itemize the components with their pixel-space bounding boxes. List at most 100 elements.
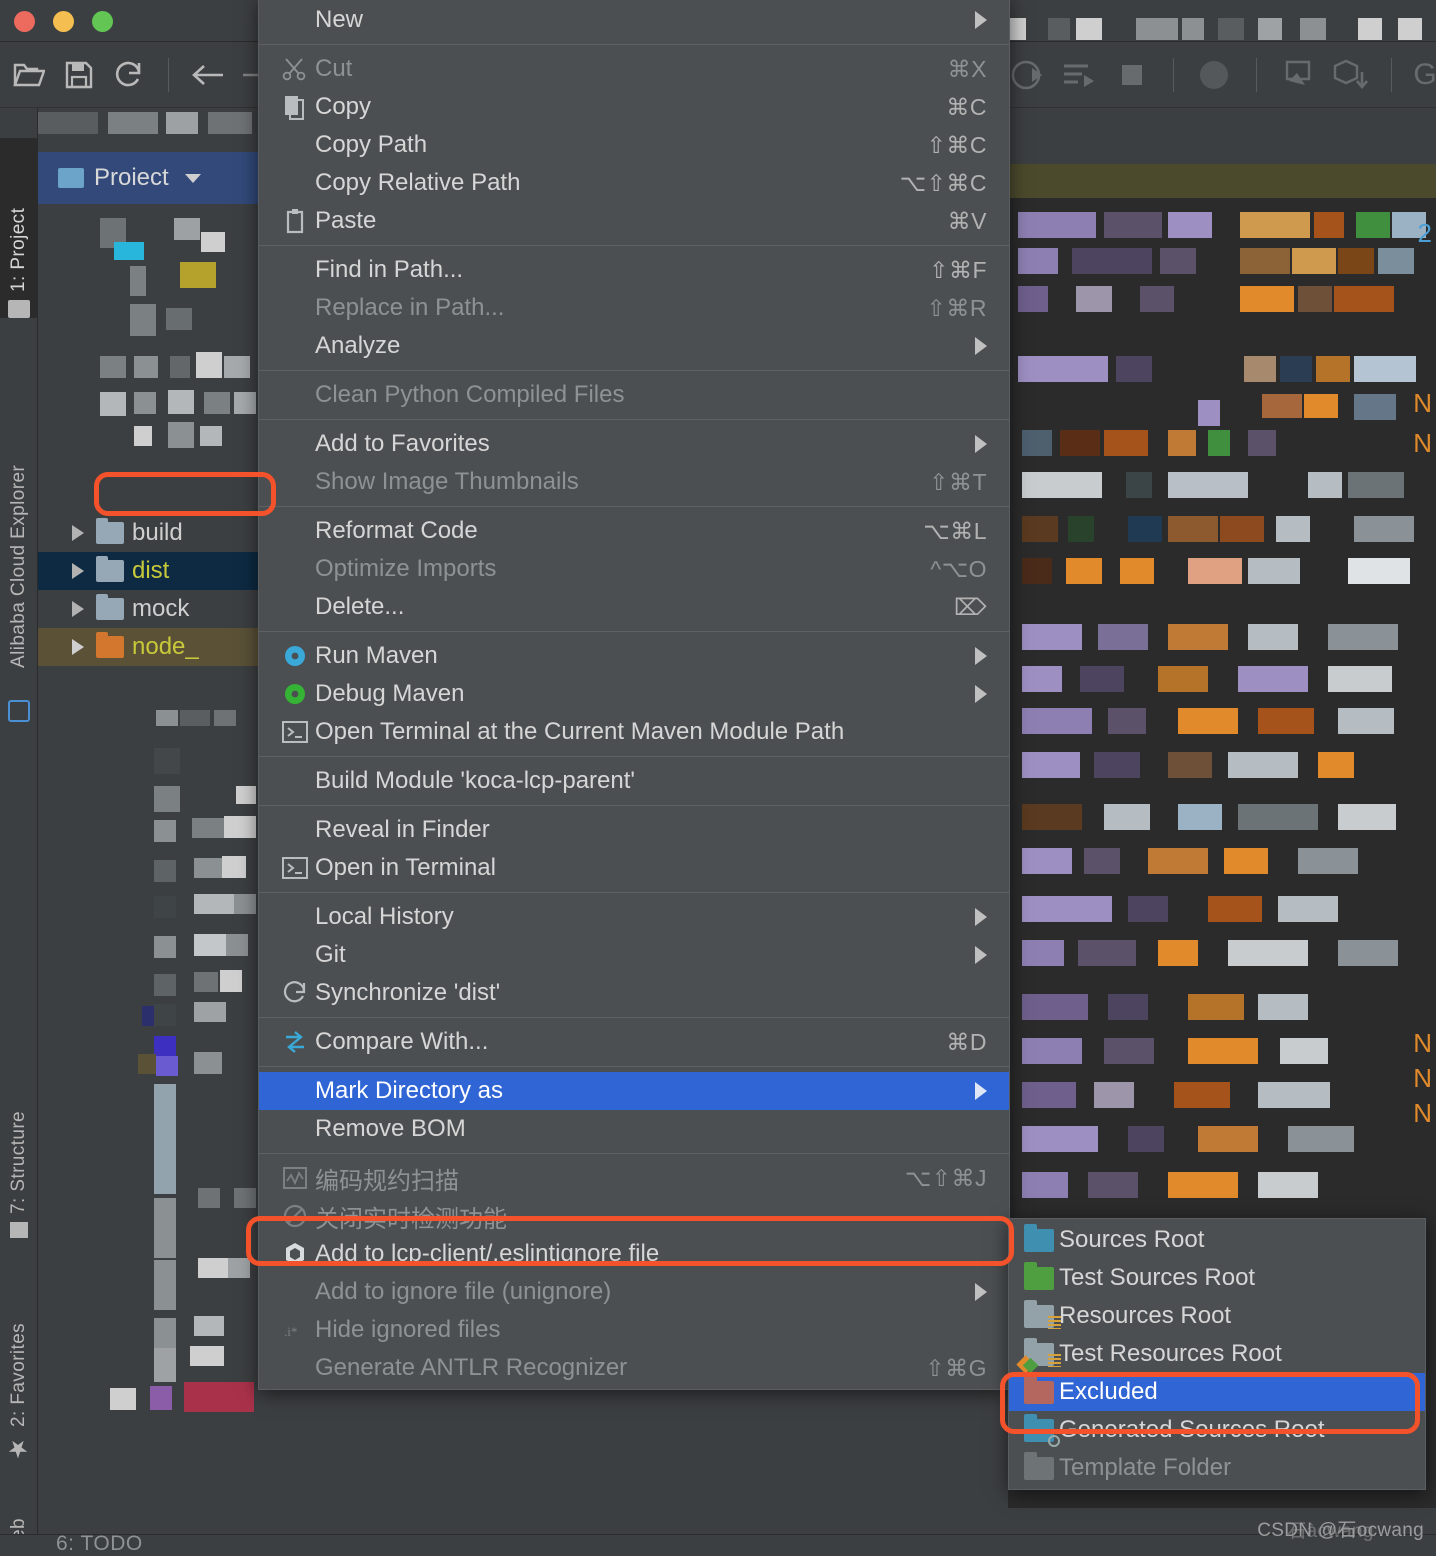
menu-item-label: Cut xyxy=(315,55,353,82)
expand-arrow-icon[interactable] xyxy=(72,601,84,617)
menu-item-label: Compare With... xyxy=(315,1028,489,1055)
menu-item-paste[interactable]: Paste ⌘V xyxy=(259,202,1009,240)
submenu-item-label: Excluded xyxy=(1059,1378,1158,1405)
menu-item-copy[interactable]: Copy ⌘C xyxy=(259,88,1009,126)
menu-item-shortcut: ⌥⇧⌘C xyxy=(899,169,987,196)
tree-item-label: dist xyxy=(132,557,170,584)
menu-item-label: Mark Directory as xyxy=(315,1077,504,1104)
submenu-arrow-icon xyxy=(975,337,987,355)
menu-item-label: Copy xyxy=(315,93,372,120)
menu-item-reformat-code[interactable]: Reformat Code ⌥⌘L xyxy=(259,512,1009,550)
project-tool-window: Proiect build dist mock node_ xyxy=(38,108,258,1538)
build-icon[interactable] xyxy=(1331,56,1369,94)
sidebar-item-alibaba-cloud-explorer[interactable]: Alibaba Cloud Explorer xyxy=(0,328,38,668)
sidebar-item-structure[interactable]: 7: Structure xyxy=(0,1028,38,1238)
menu-item-label: 关闭实时检测功能 xyxy=(315,1205,507,1233)
menu-item-copy-relative-path[interactable]: Copy Relative Path ⌥⇧⌘C xyxy=(259,164,1009,202)
tree-item-mock[interactable]: mock xyxy=(38,590,258,628)
sidebar-item-favorites[interactable]: ★ 2: Favorites xyxy=(0,1248,38,1463)
run-list-icon[interactable] xyxy=(1061,56,1099,94)
sources-root-folder-icon xyxy=(1019,1223,1059,1252)
tree-item-build[interactable]: build xyxy=(38,514,258,552)
star-icon: ★ xyxy=(5,1434,32,1463)
context-menu: New Cut ⌘X Copy ⌘C Copy Path ⇧⌘C Copy Relative … xyxy=(258,0,1010,1390)
menu-item-synchronize-dist[interactable]: Synchronize 'dist' xyxy=(259,974,1009,1012)
menu-item-build-module-koca-lcp-parent[interactable]: Build Module 'koca-lcp-parent' xyxy=(259,762,1009,800)
menu-item-mark-directory-as[interactable]: Mark Directory as xyxy=(259,1072,1009,1110)
gutter-marker: N xyxy=(1413,428,1432,458)
menu-item-label: Debug Maven xyxy=(315,680,465,707)
folder-icon xyxy=(96,556,124,582)
menu-item-add-to-favorites[interactable]: Add to Favorites xyxy=(259,425,1009,463)
attach-icon[interactable] xyxy=(1279,56,1317,94)
menu-item-new[interactable]: New xyxy=(259,1,1009,39)
status-bar-todo[interactable]: 6: TODO xyxy=(56,1532,143,1556)
tree-item-dist[interactable]: dist xyxy=(38,552,258,590)
menu-item-label: Local History xyxy=(315,903,454,930)
sidebar-item-project[interactable]: 1: Project xyxy=(0,138,38,318)
menu-item-add-to-lcp-client-eslintignore-file[interactable]: Add to lcp-client/.eslintignore file xyxy=(259,1235,1009,1273)
folder-icon xyxy=(96,518,124,544)
menu-item-shortcut: ^⌥O xyxy=(930,555,987,582)
menu-item-label: Build Module 'koca-lcp-parent' xyxy=(315,767,635,794)
toolbar-separator-4 xyxy=(1391,58,1392,92)
terminal-icon xyxy=(275,857,315,879)
project-tree: build dist mock node_ xyxy=(38,514,258,666)
menu-item-label: Reveal in Finder xyxy=(315,816,490,843)
menu-item-open-terminal-at-the-current-maven-module-path[interactable]: Open Terminal at the Current Maven Modul… xyxy=(259,713,1009,751)
menu-item-label: Reformat Code xyxy=(315,517,478,544)
run-with-coverage-icon[interactable] xyxy=(1009,56,1047,94)
sidebar-label-cloud: Alibaba Cloud Explorer xyxy=(8,464,29,668)
submenu-item-sources-root[interactable]: Sources Root xyxy=(1009,1221,1425,1259)
submenu-item-template-folder: Template Folder xyxy=(1009,1449,1425,1487)
debug-icon[interactable] xyxy=(1196,56,1234,94)
menu-item-find-in-path[interactable]: Find in Path... ⇧⌘F xyxy=(259,251,1009,289)
menu-item-compare-with[interactable]: Compare With... ⌘D xyxy=(259,1023,1009,1061)
expand-arrow-icon[interactable] xyxy=(72,563,84,579)
expand-arrow-icon[interactable] xyxy=(72,639,84,655)
back-arrow-icon[interactable] xyxy=(189,56,227,94)
template-folder-icon xyxy=(1019,1451,1059,1480)
menu-item-shortcut: ⇧⌘T xyxy=(929,468,987,495)
submenu-arrow-icon xyxy=(975,1283,987,1301)
menu-item-label: Synchronize 'dist' xyxy=(315,979,501,1006)
menu-item-run-maven[interactable]: Run Maven xyxy=(259,637,1009,675)
submenu-item-generated-sources-root[interactable]: Generated Sources Root xyxy=(1009,1411,1425,1449)
open-folder-icon[interactable] xyxy=(10,56,48,94)
submenu-item-excluded[interactable]: Excluded xyxy=(1009,1373,1425,1411)
toolbar-separator-3 xyxy=(1256,58,1257,92)
menu-item-remove-bom[interactable]: Remove BOM xyxy=(259,1110,1009,1148)
project-panel-header[interactable]: Proiect xyxy=(38,152,258,204)
menu-item-delete[interactable]: Delete... ⌦ xyxy=(259,588,1009,626)
menu-item-reveal-in-finder[interactable]: Reveal in Finder xyxy=(259,811,1009,849)
submenu-item-test-resources-root[interactable]: Test Resources Root xyxy=(1009,1335,1425,1374)
menu-item-label: Copy Relative Path xyxy=(315,169,521,196)
tree-item-node-modules[interactable]: node_ xyxy=(38,628,258,666)
generated-sources-root-folder-icon xyxy=(1019,1413,1060,1447)
zoom-window-button[interactable] xyxy=(92,11,113,32)
menu-item-shortcut: ⌥⇧⌘J xyxy=(904,1164,987,1191)
menu-item-replace-in-path: Replace in Path... ⇧⌘R xyxy=(259,289,1009,327)
close-window-button[interactable] xyxy=(14,11,35,32)
sync-icon xyxy=(275,980,315,1006)
menu-item-debug-maven[interactable]: Debug Maven xyxy=(259,675,1009,713)
menu-item-open-in-terminal[interactable]: Open in Terminal xyxy=(259,849,1009,887)
submenu-item-resources-root[interactable]: Resources Root xyxy=(1009,1297,1425,1335)
project-tree-blurred-rows-upper xyxy=(38,204,258,514)
minimize-window-button[interactable] xyxy=(53,11,74,32)
submenu-item-test-sources-root[interactable]: Test Sources Root xyxy=(1009,1259,1425,1297)
menu-item-git[interactable]: Git xyxy=(259,936,1009,974)
submenu-item-label: Test Sources Root xyxy=(1059,1264,1256,1291)
expand-arrow-icon[interactable] xyxy=(72,525,84,541)
submenu-arrow-icon xyxy=(975,11,987,29)
menu-item-local-history[interactable]: Local History xyxy=(259,898,1009,936)
menu-item-optimize-imports: Optimize Imports ^⌥O xyxy=(259,550,1009,588)
stop-icon[interactable] xyxy=(1113,56,1151,94)
chevron-down-icon[interactable] xyxy=(184,173,201,183)
sync-icon[interactable] xyxy=(110,56,148,94)
git-icon[interactable]: G xyxy=(1413,56,1436,94)
menu-item-copy-path[interactable]: Copy Path ⇧⌘C xyxy=(259,126,1009,164)
save-icon[interactable] xyxy=(60,56,98,94)
menu-item-analyze[interactable]: Analyze xyxy=(259,327,1009,365)
menu-item-shortcut: ⌘D xyxy=(946,1028,987,1055)
